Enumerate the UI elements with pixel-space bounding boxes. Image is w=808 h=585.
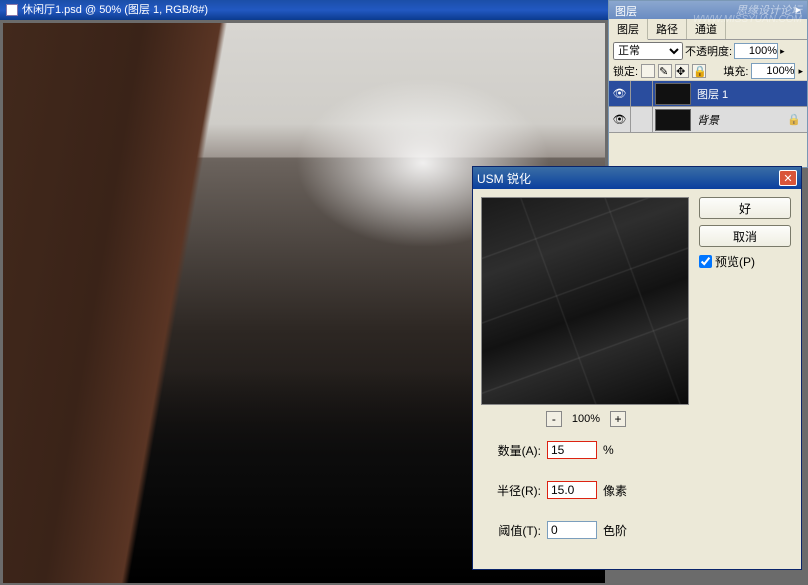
preview-checkbox-row[interactable]: 预览(P) <box>699 253 791 270</box>
lock-paint-icon[interactable]: ✎ <box>658 64 672 78</box>
preview-checkbox[interactable] <box>699 255 712 268</box>
fill-dropdown-icon[interactable]: ▸ <box>798 66 803 77</box>
opacity-dropdown-icon[interactable]: ▸ <box>780 46 785 57</box>
layer-thumbnail[interactable] <box>655 109 691 131</box>
threshold-unit: 色阶 <box>603 522 627 539</box>
zoom-in-button[interactable]: + <box>610 411 626 427</box>
ok-button[interactable]: 好 <box>699 197 791 219</box>
lock-icon: 🔒 <box>787 113 801 126</box>
eye-icon <box>613 87 627 100</box>
document-icon <box>6 4 18 16</box>
layers-panel: 图层 ▸ 图层 路径 通道 正常 不透明度: ▸ 锁定: ✎ ✥ 🔒 填充: ▸… <box>608 0 808 168</box>
close-button[interactable]: ✕ <box>779 170 797 186</box>
zoom-out-button[interactable]: - <box>546 411 562 427</box>
amount-unit: % <box>603 443 614 457</box>
threshold-input[interactable] <box>547 521 597 539</box>
dialog-title: USM 锐化 <box>477 170 531 187</box>
document-title: 休闲厅1.psd @ 50% (图层 1, RGB/8#) <box>22 0 208 20</box>
dialog-titlebar[interactable]: USM 锐化 ✕ <box>473 167 801 189</box>
lock-label: 锁定: <box>613 63 638 79</box>
layer-thumbnail[interactable] <box>655 83 691 105</box>
layer-row[interactable]: 图层 1 <box>609 81 807 107</box>
radius-input[interactable] <box>547 481 597 499</box>
cancel-button[interactable]: 取消 <box>699 225 791 247</box>
tab-paths[interactable]: 路径 <box>648 19 687 39</box>
fill-label: 填充: <box>723 63 748 79</box>
radius-unit: 像素 <box>603 482 627 499</box>
layer-row[interactable]: 背景 🔒 <box>609 107 807 133</box>
tab-layers[interactable]: 图层 <box>609 19 648 40</box>
lock-transparent-icon[interactable] <box>641 64 655 78</box>
lock-all-icon[interactable]: 🔒 <box>692 64 706 78</box>
zoom-value: 100% <box>572 413 600 425</box>
link-cell[interactable] <box>631 107 653 133</box>
threshold-label: 阈值(T): <box>481 522 541 539</box>
layers-list: 图层 1 背景 🔒 <box>609 81 807 133</box>
amount-input[interactable] <box>547 441 597 459</box>
link-cell[interactable] <box>631 81 653 107</box>
preview-image[interactable] <box>481 197 689 405</box>
layers-panel-title: 图层 <box>615 3 637 17</box>
eye-icon <box>613 113 627 126</box>
usm-sharpen-dialog: USM 锐化 ✕ - 100% + 数量(A): % 半径(R): 像素 <box>472 166 802 570</box>
amount-label: 数量(A): <box>481 442 541 459</box>
radius-label: 半径(R): <box>481 482 541 499</box>
preview-checkbox-label: 预览(P) <box>715 253 755 270</box>
visibility-toggle[interactable] <box>609 107 631 133</box>
fill-input[interactable] <box>751 63 795 79</box>
layer-name[interactable]: 图层 1 <box>697 86 728 102</box>
blend-mode-select[interactable]: 正常 <box>613 42 683 60</box>
opacity-input[interactable] <box>734 43 778 59</box>
visibility-toggle[interactable] <box>609 81 631 107</box>
layer-name[interactable]: 背景 <box>697 112 719 128</box>
watermark-line2: WWW.MISSYUAN.COM <box>693 14 802 25</box>
opacity-label: 不透明度: <box>685 43 732 59</box>
lock-position-icon[interactable]: ✥ <box>675 64 689 78</box>
